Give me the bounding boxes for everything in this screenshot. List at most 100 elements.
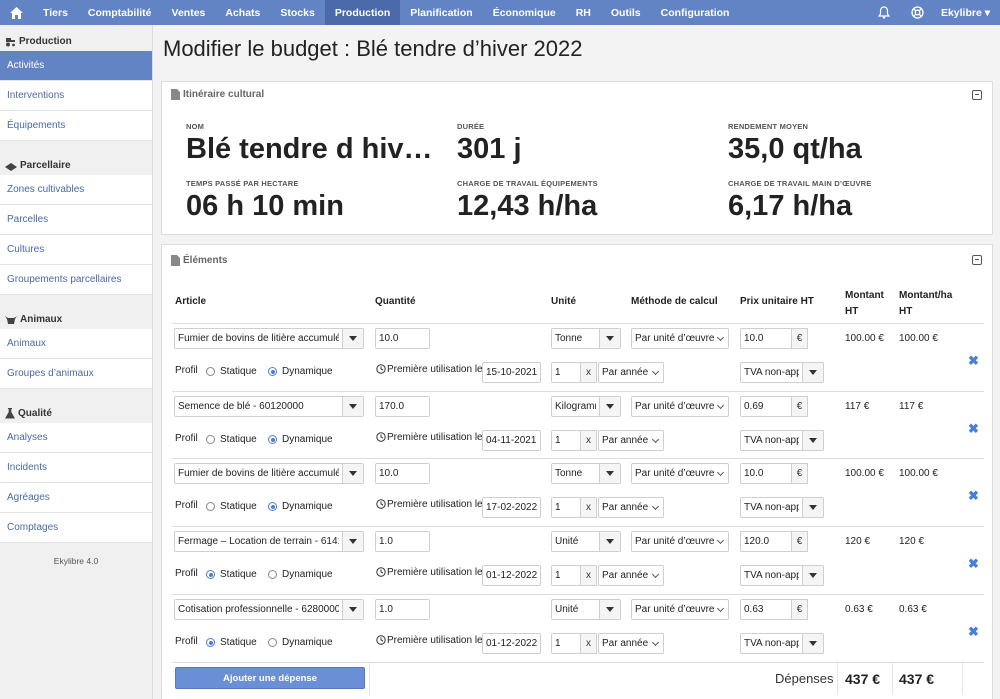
frequency-select[interactable]: Par année <box>598 633 664 654</box>
method-select[interactable]: Par unité d’œuvre <box>631 463 729 484</box>
caret-down-icon <box>802 634 823 653</box>
first-use-date-input[interactable]: 01-12-2022 <box>482 633 541 654</box>
nav-production[interactable]: Production <box>324 0 401 25</box>
profile-dynamic-radio[interactable] <box>268 570 277 579</box>
unit-select[interactable]: Kilogramme <box>551 396 621 417</box>
tax-select[interactable]: TVA non-appl <box>740 430 824 451</box>
article-select[interactable]: Semence de blé - 60120000 <box>174 396 364 417</box>
profile-label: Profil <box>175 365 198 376</box>
sidebar-item-parcelles[interactable]: Parcelles <box>0 205 152 235</box>
profile-static-radio[interactable] <box>206 502 215 511</box>
first-use-date-input[interactable]: 01-12-2022 <box>482 565 541 586</box>
unit-select[interactable]: Unité <box>551 531 621 552</box>
method-select[interactable]: Par unité d’œuvre <box>631 599 729 620</box>
nav-achats[interactable]: Achats <box>215 0 270 25</box>
article-select[interactable]: Fumier de bovins de litière accumulée - <box>174 328 364 349</box>
repeat-count-input[interactable]: 1 <box>551 362 581 383</box>
repeat-count-input[interactable]: 1 <box>551 430 581 451</box>
sidebar-item-animaux[interactable]: Animaux <box>0 329 152 359</box>
repeat-count-input[interactable]: 1 <box>551 565 581 586</box>
profile-static-radio[interactable] <box>206 367 215 376</box>
nav-economique[interactable]: Économique <box>483 0 566 25</box>
tax-select[interactable]: TVA non-appl <box>740 497 824 518</box>
delete-row-icon[interactable]: ✖ <box>968 624 979 640</box>
profile-dynamic-radio[interactable] <box>268 638 277 647</box>
tax-select[interactable]: TVA non-appl <box>740 362 824 383</box>
sidebar-item-agreages[interactable]: Agréages <box>0 483 152 513</box>
sidebar-item-cultures[interactable]: Cultures <box>0 235 152 265</box>
method-select[interactable]: Par unité d’œuvre <box>631 531 729 552</box>
article-value: Fumier de bovins de litière accumulée - <box>178 333 339 344</box>
nav-rh[interactable]: RH <box>566 0 601 25</box>
add-expense-button[interactable]: Ajouter une dépense <box>175 667 365 689</box>
user-menu[interactable]: Ekylibre ▾ <box>935 7 1000 19</box>
frequency-select[interactable]: Par année <box>598 497 664 518</box>
delete-row-icon[interactable]: ✖ <box>968 556 979 572</box>
caret-down-icon <box>342 600 363 619</box>
method-select[interactable]: Par unité d’œuvre <box>631 396 729 417</box>
sidebar-item-equipements[interactable]: Équipements <box>0 111 152 141</box>
frequency-select[interactable]: Par année <box>598 430 664 451</box>
nav-planification[interactable]: Planification <box>400 0 482 25</box>
unit-select[interactable]: Unité <box>551 599 621 620</box>
delete-row-icon[interactable]: ✖ <box>968 488 979 504</box>
unit-price-input[interactable]: 120.0 <box>740 531 792 552</box>
chevron-down-icon <box>716 536 725 545</box>
tax-select[interactable]: TVA non-appl <box>740 565 824 586</box>
unit-price-input[interactable]: 0.69 <box>740 396 792 417</box>
document-icon <box>171 255 180 266</box>
caret-down-icon <box>342 329 363 348</box>
sidebar-item-zones-cultivables[interactable]: Zones cultivables <box>0 175 152 205</box>
sidebar-item-groupes-animaux[interactable]: Groupes d’animaux <box>0 359 152 389</box>
profile-static-radio[interactable] <box>206 435 215 444</box>
bell-icon[interactable] <box>867 6 901 19</box>
frequency-select[interactable]: Par année <box>598 362 664 383</box>
unit-select[interactable]: Tonne <box>551 328 621 349</box>
sidebar-item-interventions[interactable]: Interventions <box>0 81 152 111</box>
quantity-input[interactable]: 1.0 <box>375 599 430 620</box>
first-use-date-input[interactable]: 17-02-2022 <box>482 497 541 518</box>
delete-row-icon[interactable]: ✖ <box>968 421 979 437</box>
quantity-input[interactable]: 170.0 <box>375 396 430 417</box>
nav-ventes[interactable]: Ventes <box>162 0 216 25</box>
tax-select[interactable]: TVA non-appl <box>740 633 824 654</box>
profile-static-radio[interactable] <box>206 570 215 579</box>
delete-row-icon[interactable]: ✖ <box>968 353 979 369</box>
first-use-date-input[interactable]: 15-10-2021 <box>482 362 541 383</box>
chevron-down-icon <box>651 638 660 647</box>
repeat-count-input[interactable]: 1 <box>551 633 581 654</box>
unit-price-input[interactable]: 10.0 <box>740 463 792 484</box>
article-select[interactable]: Cotisation professionnelle - 62800000 <box>174 599 364 620</box>
collapse-itinerary-button[interactable] <box>972 90 982 100</box>
quantity-input[interactable]: 10.0 <box>375 328 430 349</box>
sidebar-item-activites[interactable]: Activités <box>0 51 152 81</box>
repeat-count-input[interactable]: 1 <box>551 497 581 518</box>
unit-select[interactable]: Tonne <box>551 463 621 484</box>
first-use-date-input[interactable]: 04-11-2021 <box>482 430 541 451</box>
unit-price-input[interactable]: 10.0 <box>740 328 792 349</box>
quantity-input[interactable]: 1.0 <box>375 531 430 552</box>
article-select[interactable]: Fermage – Location de terrain - 61410 <box>174 531 364 552</box>
method-select[interactable]: Par unité d’œuvre <box>631 328 729 349</box>
collapse-elements-button[interactable] <box>972 255 982 265</box>
nav-outils[interactable]: Outils <box>601 0 651 25</box>
article-select[interactable]: Fumier de bovins de litière accumulée - <box>174 463 364 484</box>
profile-dynamic-radio[interactable] <box>268 502 277 511</box>
profile-dynamic-radio[interactable] <box>268 435 277 444</box>
help-lifebuoy-icon[interactable] <box>901 6 935 19</box>
frequency-value: Par année <box>602 638 649 649</box>
home-icon[interactable] <box>0 0 33 25</box>
sidebar-item-comptages[interactable]: Comptages <box>0 513 152 543</box>
nav-stocks[interactable]: Stocks <box>270 0 324 25</box>
quantity-input[interactable]: 10.0 <box>375 463 430 484</box>
frequency-select[interactable]: Par année <box>598 565 664 586</box>
sidebar-item-incidents[interactable]: Incidents <box>0 453 152 483</box>
sidebar-item-groupements-parcellaires[interactable]: Groupements parcellaires <box>0 265 152 295</box>
nav-comptabilite[interactable]: Comptabilité <box>78 0 162 25</box>
sidebar-item-analyses[interactable]: Analyses <box>0 423 152 453</box>
nav-configuration[interactable]: Configuration <box>651 0 740 25</box>
nav-tiers[interactable]: Tiers <box>33 0 78 25</box>
profile-dynamic-radio[interactable] <box>268 367 277 376</box>
unit-price-input[interactable]: 0.63 <box>740 599 792 620</box>
profile-static-radio[interactable] <box>206 638 215 647</box>
